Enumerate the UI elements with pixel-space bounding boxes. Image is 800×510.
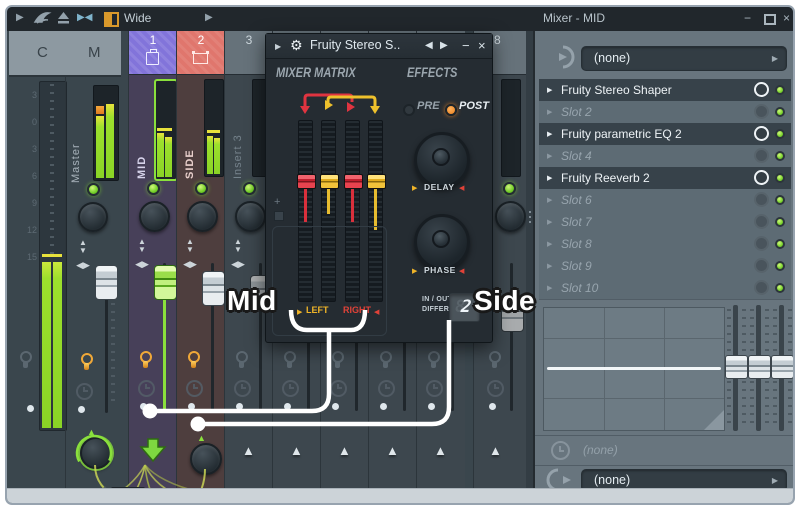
- matrix-fader-handle-2[interactable]: [320, 174, 339, 189]
- phase-label: PHASE: [424, 265, 456, 275]
- matrix-plus-icon[interactable]: +: [274, 196, 280, 208]
- left-label: LEFT: [306, 305, 329, 315]
- right-label: RIGHT: [343, 305, 371, 315]
- difference-value: 2: [459, 297, 473, 317]
- mid-annotation-label: Mid: [227, 285, 277, 316]
- phase-knob[interactable]: [414, 214, 470, 270]
- matrix-fader-handle-3[interactable]: [344, 174, 363, 189]
- phase-right-arrow: ◀: [459, 268, 465, 275]
- phase-left-arrow: ▶: [412, 268, 418, 275]
- post-led[interactable]: [445, 104, 457, 116]
- window-bottom-edge: [7, 488, 793, 503]
- right-arrow-icon: ◀: [374, 309, 380, 316]
- delay-left-arrow: ▶: [412, 185, 418, 192]
- left-arrow-icon: ▶: [297, 309, 303, 316]
- matrix-frame: [272, 226, 387, 336]
- matrix-fader-handle-4[interactable]: [367, 174, 386, 189]
- side-annotation-label: Side: [474, 285, 536, 316]
- delay-label: DELAY: [424, 182, 455, 192]
- post-label[interactable]: POST: [459, 100, 489, 112]
- matrix-fader-handle-1[interactable]: [297, 174, 316, 189]
- inout-label-1: IN / OUT: [422, 296, 453, 303]
- matrix-mini-box[interactable]: [274, 211, 284, 221]
- delay-right-arrow: ◀: [459, 185, 465, 192]
- pre-led[interactable]: [403, 104, 415, 116]
- fl-studio-mixer-window: ▶ ▶◀ Wide ▶ Mixer - MID − × C M 30 36 9 …: [5, 5, 795, 505]
- delay-knob[interactable]: [414, 132, 470, 188]
- fruity-stereo-shaper-window: ▶ ⚙ Fruity Stereo S.. ◀ ▶ − × MIXER MATR…: [265, 33, 493, 343]
- pre-label[interactable]: PRE: [417, 100, 440, 112]
